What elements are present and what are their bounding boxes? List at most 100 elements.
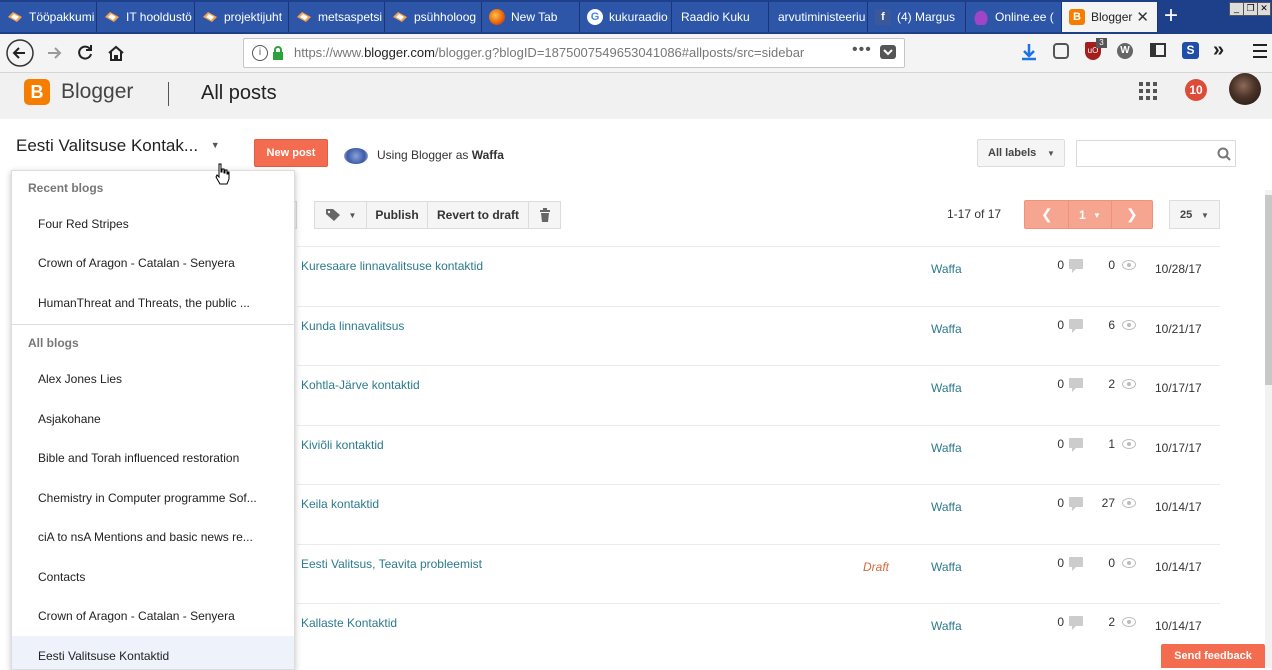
search-input[interactable]: [1076, 140, 1236, 167]
comment-count: 0: [1057, 496, 1064, 510]
post-title-link[interactable]: Kunda linnavalitsus: [301, 319, 404, 333]
close-tab-icon[interactable]: ✕: [1136, 8, 1149, 26]
back-button[interactable]: [5, 38, 35, 68]
blog-list-item[interactable]: Crown of Aragon - Catalan - Senyera: [12, 596, 294, 634]
blog-list-item[interactable]: Chemistry in Computer programme Sof...: [12, 478, 294, 516]
eye-icon: [1122, 320, 1136, 330]
url-text[interactable]: https://www.blogger.com/blogger.g?blogID…: [294, 45, 804, 60]
post-author-link[interactable]: Waffa: [931, 381, 962, 395]
tab-8[interactable]: Raadio Kuku: [672, 2, 769, 32]
recent-blog-item[interactable]: Crown of Aragon - Catalan - Senyera: [12, 243, 294, 281]
post-title-link[interactable]: Kiviõli kontaktid: [301, 438, 384, 452]
tab-5[interactable]: psühholoog: [385, 2, 482, 32]
scrollbar-thumb[interactable]: [1265, 195, 1272, 385]
post-author-link[interactable]: Waffa: [931, 322, 962, 336]
eye-icon: [1122, 617, 1136, 627]
hamburger-menu-icon[interactable]: [1253, 44, 1267, 58]
blog-list-item[interactable]: Contacts: [12, 557, 294, 595]
view-count: 0: [1108, 258, 1115, 272]
hand-cursor-icon: [214, 163, 230, 185]
google-icon: G: [587, 9, 603, 25]
label-menu-button[interactable]: ▼: [314, 201, 367, 229]
tab-label: arvutiministeeriu: [778, 10, 866, 24]
extension-s-icon[interactable]: S: [1182, 42, 1199, 59]
post-title-link[interactable]: Eesti Valitsus, Teavita probleemist: [301, 557, 482, 571]
tab-label: Online.ee (: [995, 10, 1054, 24]
lock-icon: [272, 46, 284, 65]
tab-10[interactable]: f (4) Margus: [868, 2, 966, 32]
post-date: 10/14/17: [1155, 619, 1202, 633]
forward-button[interactable]: [39, 38, 69, 68]
reload-button[interactable]: [70, 38, 100, 68]
tab-2[interactable]: IT hooldustö: [97, 2, 195, 32]
post-date: 10/14/17: [1155, 500, 1202, 514]
blogger-logo-icon[interactable]: B: [24, 79, 50, 105]
tab-6[interactable]: New Tab: [482, 2, 580, 32]
overflow-chevron-icon[interactable]: »: [1213, 39, 1224, 62]
page-number[interactable]: 1: [1079, 208, 1086, 222]
pocket-icon[interactable]: [880, 45, 896, 59]
extension-w-icon[interactable]: W: [1117, 43, 1133, 59]
blog-list-item[interactable]: Bible and Torah influenced restoration: [12, 438, 294, 476]
all-blogs-heading: All blogs: [28, 336, 79, 350]
new-post-button[interactable]: New post: [254, 139, 328, 167]
tab-4[interactable]: metsaspetsi: [289, 2, 385, 32]
tab-12[interactable]: B Blogger ✕: [1062, 2, 1158, 32]
blogger-header: B Blogger All posts 10: [0, 73, 1272, 119]
downloads-icon[interactable]: [1020, 42, 1038, 67]
blog-list-item[interactable]: ciA to nsA Mentions and basic news re...: [12, 517, 294, 555]
post-author-link[interactable]: Waffa: [931, 500, 962, 514]
apps-grid-icon[interactable]: [1139, 82, 1157, 100]
revert-to-draft-button[interactable]: Revert to draft: [427, 201, 529, 229]
minimize-window-button[interactable]: _: [1229, 2, 1244, 16]
tag-icon: [325, 209, 340, 221]
table-row: Kallaste Kontaktid Waffa 0 2 10/14/17: [297, 603, 1220, 663]
table-row: Kunda linnavalitsus Waffa 0 6 10/21/17: [297, 306, 1220, 366]
post-title-link[interactable]: Kallaste Kontaktid: [301, 616, 397, 630]
tab-7[interactable]: Gkukuraadio: [580, 2, 672, 32]
page-actions-icon[interactable]: •••: [852, 41, 872, 59]
library-icon[interactable]: [1053, 43, 1069, 59]
post-title-link[interactable]: Kohtla-Järve kontaktid: [301, 378, 420, 392]
previous-page-chevron-icon[interactable]: ❮: [1041, 206, 1053, 223]
post-title-link[interactable]: Kuresaare linnavalitsuse kontaktid: [301, 259, 483, 273]
comment-count: 0: [1057, 377, 1064, 391]
blog-list-item[interactable]: Eesti Valitsuse Kontaktid: [12, 636, 294, 669]
search-icon[interactable]: [1217, 147, 1231, 166]
tab-label: projektijuht: [224, 10, 283, 24]
sidebar-icon[interactable]: [1150, 43, 1166, 57]
delete-button[interactable]: [528, 201, 561, 229]
home-button[interactable]: [101, 38, 131, 68]
tab-3[interactable]: projektijuht: [195, 2, 289, 32]
comment-count: 0: [1057, 437, 1064, 451]
tab-1[interactable]: Tööpakkumi: [0, 2, 97, 32]
url-bar[interactable]: i https://www.blogger.com/blogger.g?blog…: [243, 38, 905, 68]
blog-name: Four Red Stripes: [38, 217, 129, 231]
blog-list-item[interactable]: Asjakohane: [12, 399, 294, 437]
all-labels-dropdown[interactable]: All labels ▼: [977, 139, 1065, 167]
post-author-link[interactable]: Waffa: [931, 262, 962, 276]
close-window-button[interactable]: ✕: [1257, 2, 1271, 16]
caret-down-icon: ▼: [1047, 149, 1055, 158]
notification-badge[interactable]: 10: [1185, 79, 1207, 101]
forward-arrow-icon: [48, 47, 62, 59]
post-author-link[interactable]: Waffa: [931, 441, 962, 455]
tab-9[interactable]: arvutiministeeriu: [769, 2, 868, 32]
posts-per-page-select[interactable]: 25 ▼: [1169, 200, 1220, 229]
post-author-link[interactable]: Waffa: [931, 619, 962, 633]
recent-blog-item[interactable]: HumanThreat and Threats, the public ...: [12, 283, 294, 321]
publish-button[interactable]: Publish: [366, 201, 428, 229]
recent-blog-item[interactable]: Four Red Stripes: [12, 204, 294, 242]
info-icon[interactable]: i: [252, 45, 268, 61]
post-title-link[interactable]: Keila kontaktid: [301, 497, 379, 511]
next-page-chevron-icon[interactable]: ❯: [1126, 206, 1138, 223]
restore-window-button[interactable]: ❐: [1243, 2, 1258, 16]
tab-11[interactable]: Online.ee (: [966, 2, 1062, 32]
post-author-link[interactable]: Waffa: [931, 560, 962, 574]
blog-list-item[interactable]: Alex Jones Lies: [12, 359, 294, 397]
blog-selector[interactable]: Eesti Valitsuse Kontak... ▼: [16, 136, 220, 156]
avatar[interactable]: [1229, 73, 1261, 105]
send-feedback-button[interactable]: Send feedback: [1161, 644, 1265, 668]
new-tab-button[interactable]: +: [1158, 4, 1184, 30]
blog-name: Crown of Aragon - Catalan - Senyera: [38, 256, 235, 270]
